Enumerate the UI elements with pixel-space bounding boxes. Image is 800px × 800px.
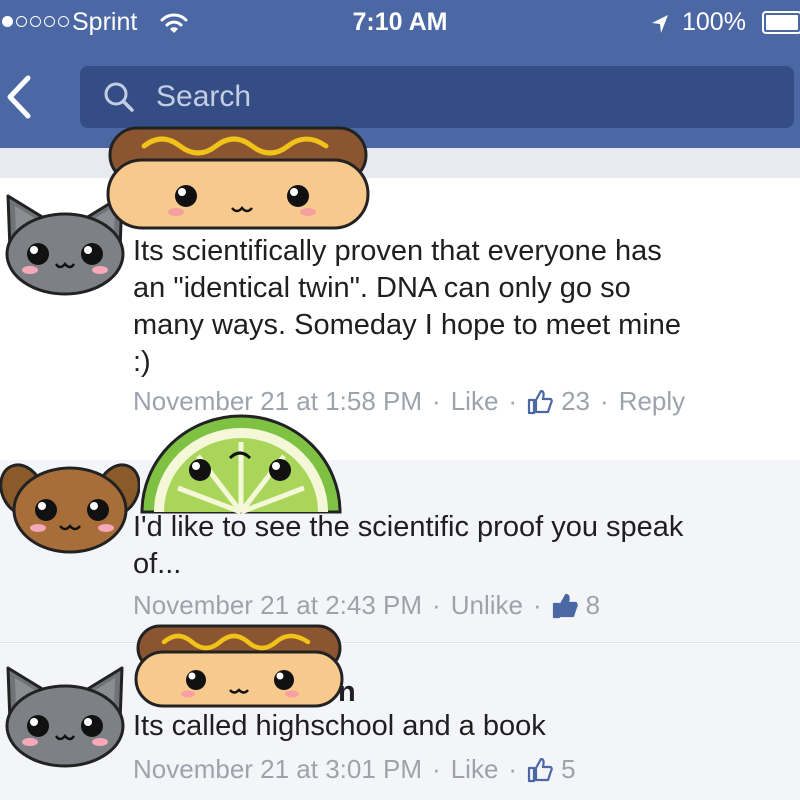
location-arrow-icon bbox=[652, 15, 668, 33]
clock: 7:10 AM bbox=[352, 8, 448, 36]
comment-meta: November 21 at 3:01 PM · Like · 5 bbox=[133, 754, 576, 785]
like-button[interactable]: Like bbox=[451, 754, 499, 785]
comment-text: Its scientifically proven that everyone … bbox=[133, 235, 682, 378]
like-count[interactable]: 8 bbox=[586, 590, 600, 621]
thumbs-up-icon bbox=[527, 389, 553, 414]
chevron-left-icon bbox=[7, 75, 31, 119]
comment-meta: November 21 at 2:43 PM · Unlike · 8 bbox=[133, 590, 601, 621]
search-input[interactable] bbox=[156, 66, 776, 128]
comment-timestamp[interactable]: November 21 at 3:01 PM bbox=[133, 754, 422, 785]
unlike-button[interactable]: Unlike bbox=[451, 590, 523, 621]
hotdog-face-sticker bbox=[106, 126, 370, 230]
status-bar: Sprint 7:10 AM 100% bbox=[0, 0, 800, 50]
search-icon bbox=[104, 82, 134, 112]
like-count[interactable]: 23 bbox=[561, 386, 590, 417]
like-count[interactable]: 5 bbox=[561, 754, 575, 785]
battery-icon bbox=[762, 11, 800, 34]
cat-face-sticker bbox=[5, 666, 125, 768]
thumbs-up-icon bbox=[552, 593, 578, 618]
lime-slice-face-sticker bbox=[140, 414, 342, 515]
comment-timestamp[interactable]: November 21 at 2:43 PM bbox=[133, 590, 422, 621]
reply-button[interactable]: Reply bbox=[619, 386, 685, 417]
back-button[interactable] bbox=[0, 72, 50, 122]
like-button[interactable]: Like bbox=[451, 386, 499, 417]
hotdog-face-sticker bbox=[134, 624, 344, 708]
comment-text: Its called highschool and a book bbox=[133, 710, 546, 742]
thumbs-up-icon bbox=[527, 757, 553, 782]
search-bar[interactable] bbox=[80, 66, 794, 128]
battery-percentage: 100% bbox=[682, 8, 746, 36]
comment-text: I'd like to see the scientific proof you… bbox=[133, 511, 684, 580]
dog-face-sticker bbox=[0, 463, 140, 554]
